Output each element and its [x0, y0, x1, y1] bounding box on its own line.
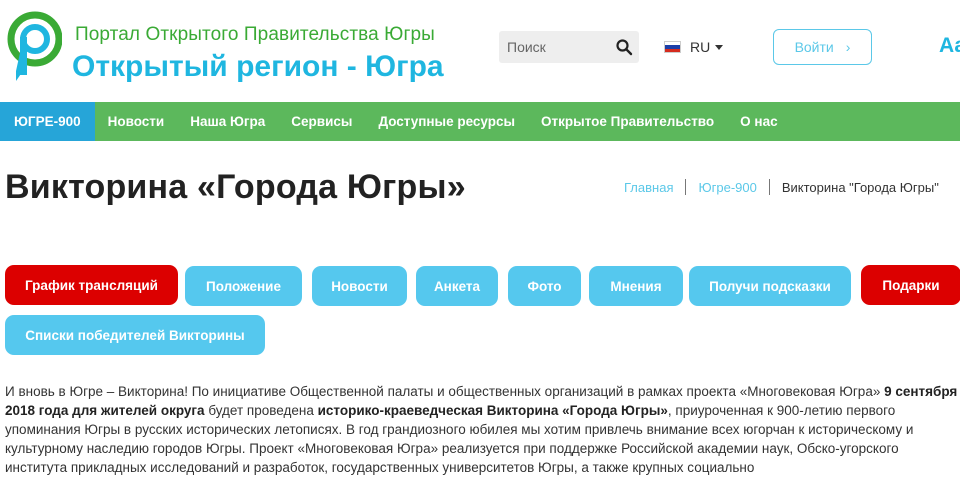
nav-item-services[interactable]: Сервисы: [278, 102, 365, 141]
nav-item-about[interactable]: О нас: [727, 102, 790, 141]
nav-item-accessible-resources[interactable]: Доступные ресурсы: [365, 102, 528, 141]
site-title[interactable]: Открытый регион - Югра: [72, 50, 444, 84]
chevron-right-icon: ›: [845, 39, 851, 55]
nav-item-open-government[interactable]: Открытое Правительство: [528, 102, 727, 141]
article-quiz-highlight: историко-краеведческая Викторина «Города…: [317, 403, 668, 418]
language-selector[interactable]: RU: [664, 37, 724, 57]
search-box: [499, 31, 639, 63]
gifts-button[interactable]: Подарки: [861, 265, 960, 305]
winners-lists-button[interactable]: Списки победителей Викторины: [5, 315, 265, 355]
login-label: Войти: [794, 39, 834, 55]
login-button[interactable]: Войти ›: [773, 29, 872, 65]
portal-logo[interactable]: [4, 9, 62, 89]
nav-item-our-yugra[interactable]: Наша Югра: [177, 102, 278, 141]
font-size-toggle[interactable]: Аа: [939, 34, 960, 58]
regulations-button[interactable]: Положение: [185, 266, 302, 306]
get-hints-button[interactable]: Получи подсказки: [689, 266, 851, 306]
russia-flag-icon: [664, 41, 681, 53]
breadcrumb: Главная Югре-900 Викторина "Города Югры": [624, 179, 939, 195]
article-paragraph: И вновь в Югре – Викторина! По инициатив…: [5, 382, 960, 477]
search-icon[interactable]: [615, 38, 633, 56]
news-button[interactable]: Новости: [312, 266, 407, 306]
breadcrumb-current: Викторина "Города Югры": [781, 179, 939, 195]
site-header: Портал Открытого Правительства Югры Откр…: [0, 0, 960, 100]
article-body: И вновь в Югре – Викторина! По инициатив…: [5, 382, 960, 477]
main-nav: ЮГРЕ-900 Новости Наша Югра Сервисы Досту…: [0, 102, 960, 141]
search-input[interactable]: [499, 31, 609, 63]
site-subtitle: Портал Открытого Правительства Югры: [75, 24, 435, 45]
caret-down-icon: [715, 44, 724, 50]
nav-item-news[interactable]: Новости: [95, 102, 178, 141]
photo-button[interactable]: Фото: [508, 266, 581, 306]
language-label: RU: [690, 39, 711, 55]
breadcrumb-home[interactable]: Главная: [624, 180, 673, 195]
opinions-button[interactable]: Мнения: [589, 266, 683, 306]
questionnaire-button[interactable]: Анкета: [416, 266, 498, 306]
breadcrumb-separator: [685, 179, 687, 195]
article-text: будет проведена: [204, 403, 318, 418]
breadcrumb-separator: [768, 179, 770, 195]
breadcrumb-yugre-900[interactable]: Югре-900: [698, 180, 756, 195]
nav-item-yugre-900[interactable]: ЮГРЕ-900: [0, 102, 95, 141]
broadcast-schedule-button[interactable]: График трансляций: [5, 265, 178, 305]
article-text: И вновь в Югре – Викторина! По инициатив…: [5, 384, 885, 399]
page-title: Викторина «Города Югры»: [5, 168, 466, 206]
